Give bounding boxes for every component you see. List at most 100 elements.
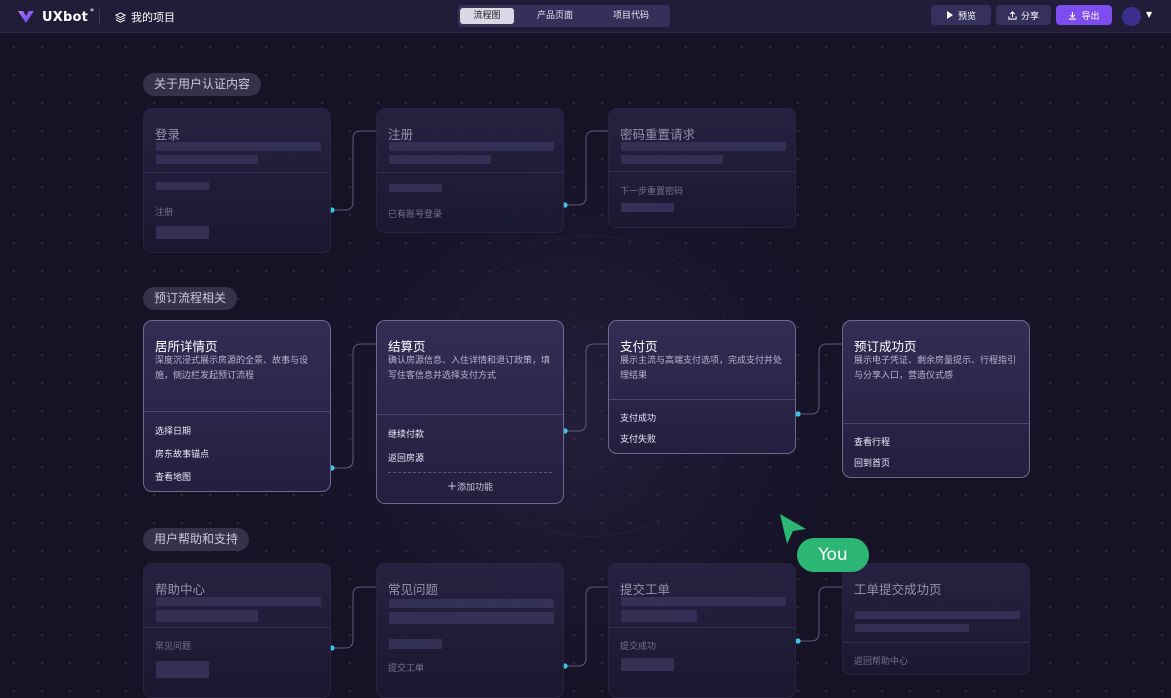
card-title: 常见问题 <box>388 582 439 597</box>
placeholder-bar <box>389 155 491 164</box>
card-divider <box>144 172 330 173</box>
card-description: 展示电子凭证、剩余房量提示、行程指引与分享入口，营造仪式感 <box>854 356 1017 381</box>
placeholder-bar <box>156 610 258 622</box>
share-label: 分享 <box>1020 11 1039 22</box>
card-link-item[interactable]: 支付失败 <box>620 432 656 445</box>
uxbot-logo-icon <box>18 11 34 23</box>
card-link-item[interactable]: 提交成功 <box>620 639 656 652</box>
page-card-booking-success[interactable]: 预订成功页 展示电子凭证、剩余房量提示、行程指引与分享入口，营造仪式感 查看行程… <box>842 320 1030 478</box>
card-title: 注册 <box>388 127 414 142</box>
download-icon <box>1069 11 1077 20</box>
preview-button[interactable]: 预览 <box>931 5 991 25</box>
plus-icon: + <box>446 479 458 493</box>
card-link-item[interactable]: 房东故事锚点 <box>155 447 209 460</box>
page-card-login[interactable]: 登录 注册 <box>143 108 331 253</box>
page-card-register[interactable]: 注册 已有账号登录 <box>376 108 564 233</box>
placeholder-bar <box>621 155 723 164</box>
placeholder-bar <box>855 611 1020 619</box>
card-title: 密码重置请求 <box>620 127 696 142</box>
page-card-ticket-success[interactable]: 工单提交成功页 返回帮助中心 <box>842 563 1030 675</box>
placeholder-bar <box>621 597 786 606</box>
placeholder-bar <box>389 599 554 608</box>
view-switcher: 流程图 产品页面 项目代码 <box>458 5 670 27</box>
card-title: 帮助中心 <box>155 582 206 597</box>
share-button[interactable]: 分享 <box>996 5 1051 25</box>
card-divider-dashed <box>388 472 552 473</box>
card-divider <box>843 423 1029 424</box>
card-title: 结算页 <box>388 339 426 354</box>
play-icon <box>946 11 953 19</box>
upload-icon <box>1008 10 1017 20</box>
app-name-star: * <box>90 6 95 16</box>
card-divider <box>377 172 563 173</box>
placeholder-button <box>156 661 209 678</box>
placeholder-button <box>156 226 209 239</box>
card-link-item[interactable]: 提交工单 <box>388 661 424 674</box>
collaborator-cursor-label: You <box>797 538 869 572</box>
placeholder-bar <box>621 203 674 212</box>
page-card-checkout[interactable]: 结算页 确认房源信息、入住详情和退订政策，填写住客信息并选择支付方式 继续付款 … <box>376 320 564 504</box>
group-label-auth: 关于用户认证内容 <box>143 73 262 96</box>
card-divider <box>144 627 330 628</box>
card-title: 支付页 <box>620 339 658 354</box>
placeholder-bar <box>389 184 442 192</box>
top-bar: UXbot * 我的项目 流程图 产品页面 项目代码 预览 分享 导出 ▼ <box>0 0 1171 33</box>
export-button[interactable]: 导出 <box>1056 5 1112 25</box>
card-link-item[interactable]: 回到首页 <box>854 456 890 469</box>
card-link-item[interactable]: 支付成功 <box>620 411 656 424</box>
card-link-item[interactable]: 注册 <box>155 205 173 218</box>
add-feature-button[interactable]: +添加功能 <box>377 479 563 493</box>
card-link-item[interactable]: 选择日期 <box>155 424 191 437</box>
card-description: 展示主流与高端支付选项，完成支付并处理结果 <box>620 356 783 381</box>
card-link-item[interactable]: 常见问题 <box>155 639 191 652</box>
placeholder-bar <box>389 142 554 151</box>
card-divider <box>609 171 795 172</box>
preview-label: 预览 <box>957 11 976 22</box>
card-divider <box>609 627 795 628</box>
card-divider <box>843 642 1029 643</box>
export-label: 导出 <box>1081 11 1100 22</box>
placeholder-bar <box>621 142 786 151</box>
card-link-item[interactable]: 查看行程 <box>854 435 890 448</box>
page-card-help-center[interactable]: 帮助中心 常见问题 <box>143 563 331 698</box>
layers-icon <box>115 11 126 23</box>
app-logo[interactable]: UXbot * <box>16 7 98 27</box>
placeholder-bar <box>389 639 442 649</box>
tab-product-pages[interactable]: 产品页面 <box>524 8 586 24</box>
project-switcher[interactable]: 我的项目 <box>115 9 175 25</box>
card-title: 登录 <box>155 127 181 142</box>
card-title: 提交工单 <box>620 582 671 597</box>
page-card-password-reset[interactable]: 密码重置请求 下一步重置密码 <box>608 108 796 228</box>
group-label-booking: 预订流程相关 <box>143 287 238 310</box>
card-title: 预订成功页 <box>854 339 917 354</box>
card-divider <box>377 414 563 415</box>
placeholder-bar <box>389 612 554 624</box>
card-link-item[interactable]: 返回帮助中心 <box>854 654 908 667</box>
placeholder-bar <box>156 142 321 151</box>
group-label-help: 用户帮助和支持 <box>143 528 250 551</box>
header-divider <box>99 9 100 24</box>
tab-project-code[interactable]: 项目代码 <box>600 8 662 24</box>
card-description: 确认房源信息、入住详情和退订政策，填写住客信息并选择支付方式 <box>388 356 551 381</box>
placeholder-bar <box>156 182 209 190</box>
card-link-item[interactable]: 查看地图 <box>155 470 191 483</box>
card-link-item[interactable]: 继续付款 <box>388 427 424 440</box>
card-link-item[interactable]: 已有账号登录 <box>388 207 442 220</box>
page-card-listing-detail[interactable]: 居所详情页 深度沉浸式展示房源的全景、故事与设施，侧边栏发起预订流程 选择日期 … <box>143 320 331 492</box>
placeholder-bar <box>621 610 697 622</box>
card-link-item[interactable]: 下一步重置密码 <box>620 184 683 197</box>
project-name: 我的项目 <box>131 11 175 24</box>
placeholder-bar <box>156 597 321 606</box>
page-card-payment[interactable]: 支付页 展示主流与高端支付选项，完成支付并处理结果 支付成功 支付失败 <box>608 320 796 454</box>
chevron-down-icon[interactable]: ▼ <box>1146 10 1152 19</box>
card-description: 深度沉浸式展示房源的全景、故事与设施，侧边栏发起预订流程 <box>155 356 309 381</box>
page-card-faq[interactable]: 常见问题 提交工单 <box>376 563 564 698</box>
card-link-item[interactable]: 返回房源 <box>388 451 424 464</box>
user-avatar[interactable] <box>1122 7 1141 26</box>
card-title: 居所详情页 <box>155 339 218 354</box>
card-title: 工单提交成功页 <box>854 582 942 597</box>
add-feature-label: 添加功能 <box>457 483 494 493</box>
app-name: UXbot <box>42 9 89 25</box>
page-card-submit-ticket[interactable]: 提交工单 提交成功 <box>608 563 796 698</box>
tab-flowchart[interactable]: 流程图 <box>460 8 514 24</box>
